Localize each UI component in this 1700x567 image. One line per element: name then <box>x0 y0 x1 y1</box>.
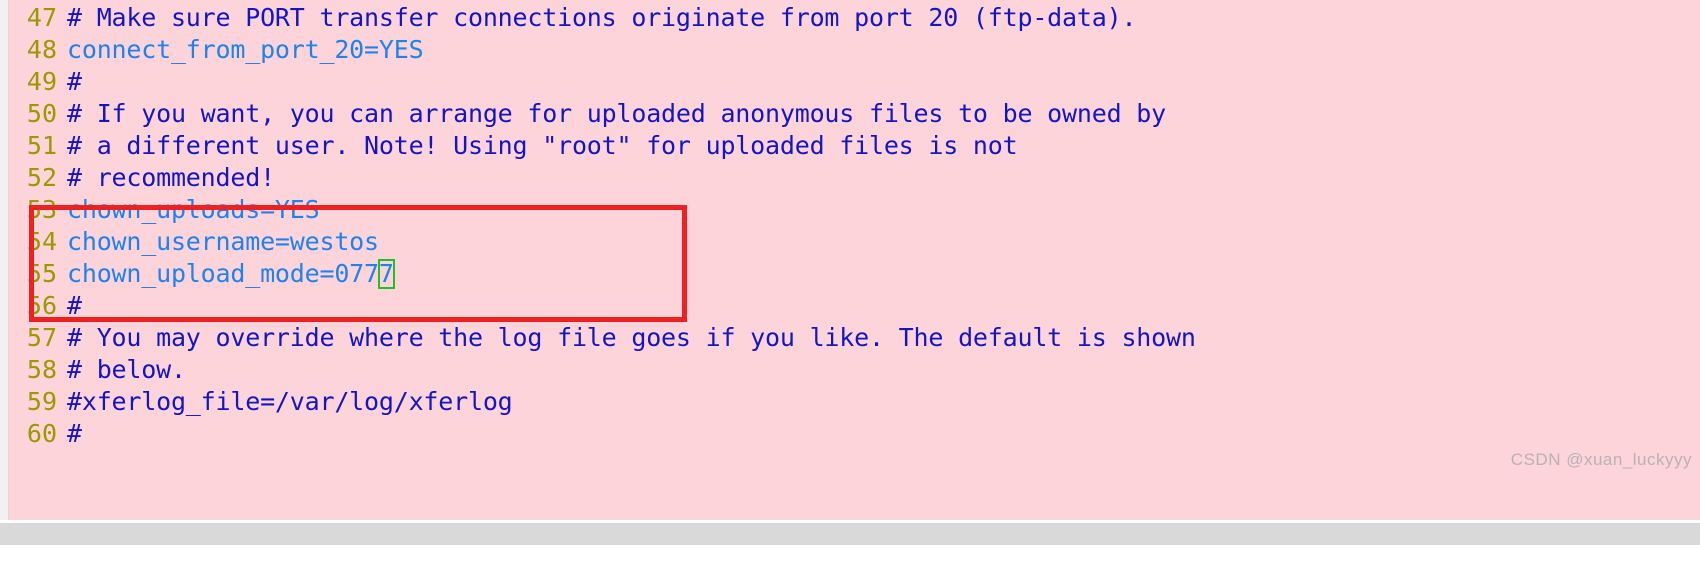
line-number: 52 <box>26 163 57 192</box>
code-lines-container: 47 # Make sure PORT transfer connections… <box>9 0 1700 450</box>
text-editor-canvas[interactable]: 47 # Make sure PORT transfer connections… <box>9 0 1700 520</box>
code-line[interactable]: 58 # below. <box>9 354 1700 386</box>
line-text: # a different user. Note! Using "root" f… <box>67 131 1018 160</box>
text-cursor[interactable]: 7 <box>377 259 395 289</box>
line-text-before-cursor: chown_upload_mode=077 <box>67 259 379 288</box>
line-number: 57 <box>26 323 57 352</box>
line-number: 50 <box>26 99 57 128</box>
code-line[interactable]: 57 # You may override where the log file… <box>9 322 1700 354</box>
line-number: 59 <box>26 387 57 416</box>
line-number: 55 <box>26 259 57 288</box>
line-text: connect_from_port_20=YES <box>67 35 424 64</box>
line-text: chown_username=westos <box>67 227 379 256</box>
editor-screen: 47 # Make sure PORT transfer connections… <box>0 0 1700 567</box>
bottom-gray-band <box>0 523 1700 545</box>
code-line-highlighted-with-cursor[interactable]: 55 chown_upload_mode=077 7 <box>9 258 1700 290</box>
line-number: 47 <box>26 3 57 32</box>
line-text: # <box>67 67 82 96</box>
code-line[interactable]: 48 connect_from_port_20=YES <box>9 34 1700 66</box>
line-text: # <box>67 419 82 448</box>
line-number: 49 <box>26 67 57 96</box>
line-text: # below. <box>67 355 186 384</box>
line-text: # recommended! <box>67 163 275 192</box>
line-number: 54 <box>26 227 57 256</box>
code-line[interactable]: 56 # <box>9 290 1700 322</box>
line-text: chown_uploads=YES <box>67 195 320 224</box>
line-text: # Make sure PORT transfer connections or… <box>67 3 1137 32</box>
line-number: 48 <box>26 35 57 64</box>
line-text: # <box>67 291 82 320</box>
line-number: 60 <box>26 419 57 448</box>
code-line[interactable]: 47 # Make sure PORT transfer connections… <box>9 2 1700 34</box>
code-line[interactable]: 50 # If you want, you can arrange for up… <box>9 98 1700 130</box>
line-text: #xferlog_file=/var/log/xferlog <box>67 387 513 416</box>
line-text: # If you want, you can arrange for uploa… <box>67 99 1166 128</box>
code-line[interactable]: 59 #xferlog_file=/var/log/xferlog <box>9 386 1700 418</box>
bottom-strip <box>0 520 1700 567</box>
code-line[interactable]: 51 # a different user. Note! Using "root… <box>9 130 1700 162</box>
code-line-highlighted[interactable]: 53 chown_uploads=YES <box>9 194 1700 226</box>
code-line[interactable]: 52 # recommended! <box>9 162 1700 194</box>
code-line[interactable]: 49 # <box>9 66 1700 98</box>
left-gutter-rail <box>0 0 9 520</box>
line-number: 56 <box>26 291 57 320</box>
code-line[interactable]: 60 # <box>9 418 1700 450</box>
line-number: 53 <box>26 195 57 224</box>
line-number: 51 <box>26 131 57 160</box>
code-line-highlighted[interactable]: 54 chown_username=westos <box>9 226 1700 258</box>
watermark-text: CSDN @xuan_luckyyy <box>1510 450 1692 469</box>
line-text: # You may override where the log file go… <box>67 323 1196 352</box>
line-number: 58 <box>26 355 57 384</box>
